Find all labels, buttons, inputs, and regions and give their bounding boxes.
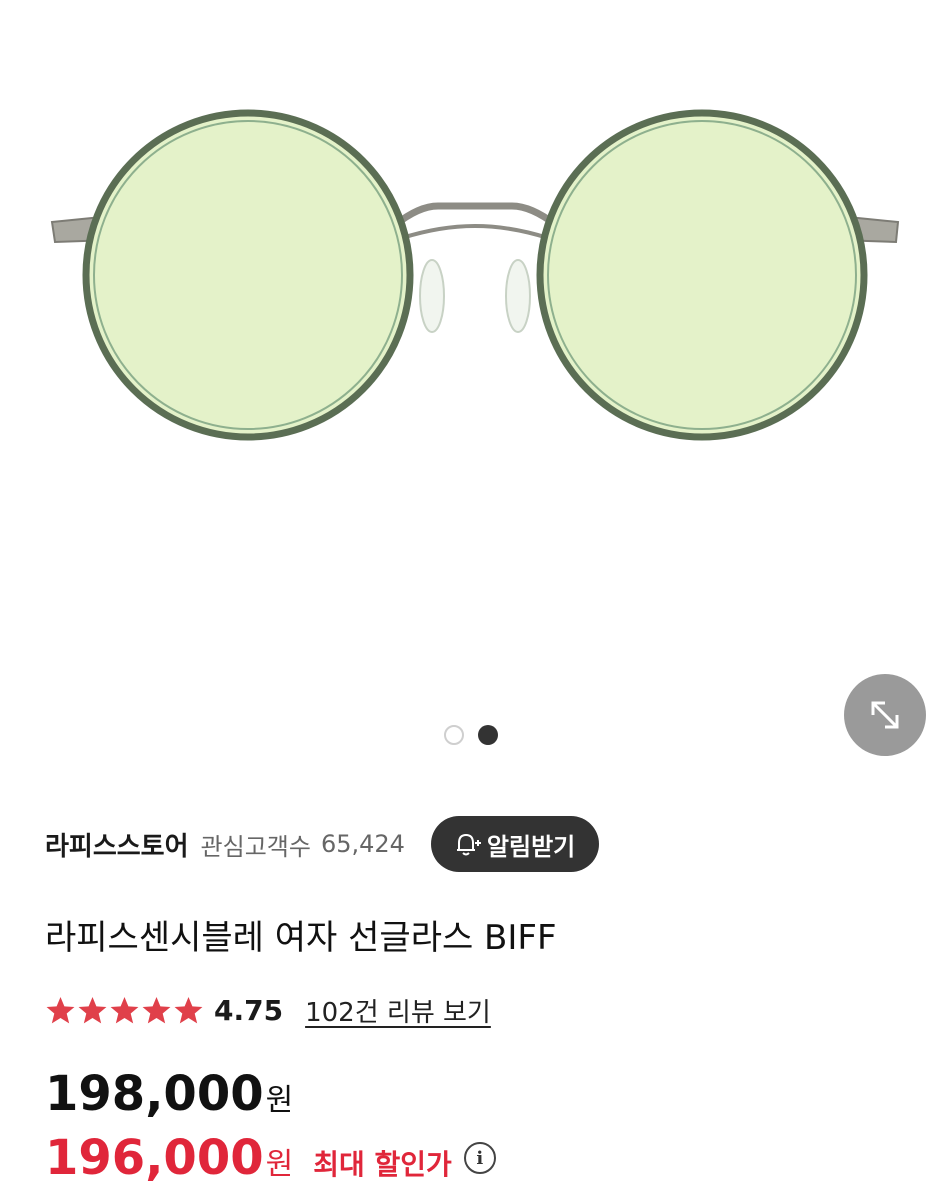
rating-value: 4.75 [214,993,284,1027]
follower-count: 65,424 [320,830,405,858]
notify-button[interactable]: 알림받기 [430,816,600,872]
original-price: 198,000 원 [45,1066,293,1122]
star-icon [46,996,75,1023]
pagination-dot-2[interactable] [478,725,498,745]
max-discount-label: 최대 할인가 [313,1148,452,1181]
notify-button-label: 알림받기 [486,832,576,861]
follower-label: 관심고객수 [200,832,311,861]
expand-arrows-icon [871,701,899,729]
sale-price-unit: 원 [265,1147,294,1182]
pagination-dot-1[interactable] [444,725,464,745]
star-icon [78,996,107,1023]
star-icon [110,996,139,1023]
rating-stars [45,995,204,1026]
product-title: 라피스센시블레 여자 선글라스 BIFF [45,918,557,958]
zoom-button[interactable] [844,674,926,756]
sunglasses-image [50,109,900,441]
store-name-link[interactable]: 라피스스토어 [45,826,189,863]
info-icon[interactable]: i [463,1142,496,1174]
star-icon [174,996,203,1023]
sale-price-amount: 196,000 [45,1130,264,1186]
sale-price: 196,000 원 최대 할인가 i [45,1130,496,1186]
gallery-pagination [444,725,498,745]
product-image-gallery[interactable] [0,0,951,780]
star-icon [142,996,171,1023]
review-link[interactable]: 102건 리뷰 보기 [305,992,491,1029]
original-price-unit: 원 [265,1083,294,1118]
rating-row: 4.75 102건 리뷰 보기 [45,990,491,1030]
bell-plus-icon [456,833,481,856]
store-info-row: 라피스스토어 관심고객수 65,424 알림받기 [45,816,905,872]
original-price-amount: 198,000 [45,1066,264,1122]
